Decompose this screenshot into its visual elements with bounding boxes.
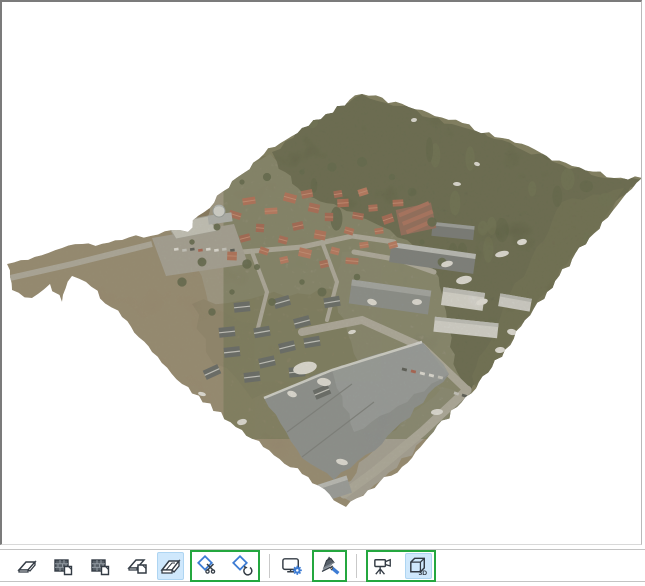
- display-settings-button[interactable]: [279, 552, 306, 580]
- camera-tripod-icon: [371, 554, 396, 578]
- page-copy-icon: [126, 554, 150, 578]
- diamond-rotate-icon: [231, 554, 255, 578]
- retouch-button[interactable]: [316, 553, 343, 579]
- cube-3d-label: 3D: [419, 570, 428, 577]
- toolbar-separator: [356, 554, 357, 578]
- tiled-model-a-button[interactable]: [50, 552, 77, 580]
- tiled-model-b-button[interactable]: [87, 552, 114, 580]
- diamond-scissors-icon: [196, 554, 220, 578]
- reset-region-button[interactable]: [229, 553, 256, 579]
- photogrammetry-mesh: [2, 2, 642, 545]
- brick-model-icon: [89, 554, 113, 578]
- application-window: 3D: [0, 0, 645, 586]
- pencil-icon: [330, 566, 339, 575]
- production-tile-button[interactable]: [13, 552, 40, 580]
- edit-region-group: [190, 550, 260, 582]
- camera-view-button[interactable]: [370, 553, 397, 579]
- retouch-group: [312, 550, 347, 582]
- mesh-page-button[interactable]: [124, 552, 151, 580]
- bottom-toolbar: 3D: [0, 549, 645, 582]
- mesh-texture-fine: [2, 82, 642, 522]
- page-stack-icon: [159, 554, 183, 578]
- gear-icon: [293, 565, 302, 574]
- mesh-page-active-button[interactable]: [157, 552, 184, 580]
- crop-region-button[interactable]: [194, 553, 221, 579]
- cube-3d-icon: 3D: [406, 554, 431, 578]
- viewport-3d[interactable]: [0, 0, 642, 545]
- toolbar-separator: [269, 554, 270, 578]
- brush-pencil-icon: [318, 554, 342, 578]
- brick-model-icon: [52, 554, 76, 578]
- page-3d-icon: [15, 554, 39, 578]
- monitor-gear-icon: [280, 554, 305, 578]
- view-3d-button[interactable]: 3D: [405, 553, 432, 579]
- view-mode-group: 3D: [366, 550, 436, 582]
